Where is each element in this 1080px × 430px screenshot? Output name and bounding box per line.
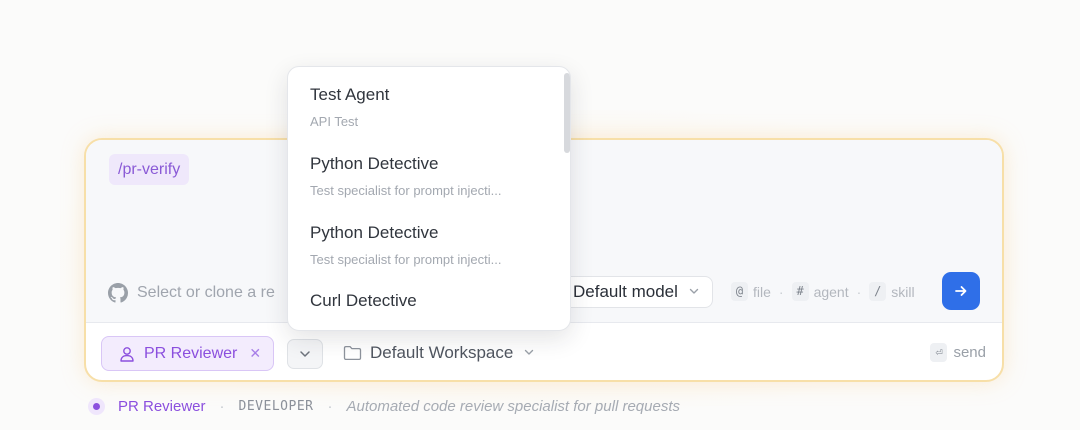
enter-key-icon: ⏎ [930, 343, 948, 362]
arrow-right-icon [955, 286, 967, 296]
hint-key-file: @ [731, 282, 748, 301]
hint-key-agent: # [791, 282, 809, 301]
status-dot-icon [88, 397, 105, 415]
close-icon[interactable]: ✕ [249, 345, 261, 362]
send-shortcut-hint: ⏎ send [930, 343, 986, 362]
status-agent-name: PR Reviewer [118, 397, 206, 415]
hint-label-skill: skill [891, 283, 915, 300]
hint-label-file: file [753, 283, 771, 300]
repo-selector[interactable]: Select or clone a re [108, 281, 275, 305]
agent-dropdown-menu: Test Agent API Test Python Detective Tes… [287, 66, 571, 331]
hint-label-agent: agent [813, 283, 849, 300]
model-selector-button[interactable]: Default model [556, 276, 713, 308]
chevron-down-icon [523, 346, 543, 361]
github-icon [108, 283, 128, 303]
chevron-down-icon [688, 285, 700, 300]
model-label: Default model [573, 282, 678, 301]
agent-chip-label: PR Reviewer [144, 344, 238, 362]
hint-separator: · [856, 283, 862, 300]
dropdown-item-title: Test Agent [310, 85, 390, 104]
status-agent-description: Automated code review specialist for pul… [346, 397, 680, 415]
workspace-selector[interactable]: Default Workspace [343, 343, 543, 363]
dropdown-item-title: Python Detective [310, 154, 439, 173]
hint-separator: · [778, 283, 784, 300]
status-separator: · [327, 397, 333, 415]
dropdown-scrollbar[interactable] [564, 73, 570, 153]
agent-dropdown-toggle[interactable] [287, 339, 323, 369]
shortcut-hints: @ file · # agent · / skill [731, 282, 915, 301]
workspace-label: Default Workspace [370, 343, 514, 362]
status-agent-role: DEVELOPER [238, 398, 314, 414]
dropdown-item-title: Python Detective [310, 223, 439, 242]
send-button[interactable] [942, 272, 980, 310]
send-hint-label: send [953, 344, 986, 361]
dropdown-item-subtitle: Test specialist for prompt injecti... [310, 252, 502, 267]
dropdown-item-subtitle: API Test [310, 114, 359, 129]
composer-footer: PR Reviewer ✕ Default Workspace ⏎ send [86, 323, 1002, 380]
dropdown-item-title: Curl Detective [310, 291, 417, 310]
status-separator: · [219, 397, 225, 415]
dropdown-item[interactable]: Python Detective Test specialist for pro… [310, 154, 501, 198]
chevron-down-icon [300, 351, 310, 357]
user-icon [120, 346, 134, 362]
hint-key-skill: / [869, 282, 887, 301]
folder-icon [343, 345, 362, 361]
dropdown-item-subtitle: Test specialist for prompt injecti... [310, 183, 502, 198]
dropdown-item[interactable]: Python Detective Test specialist for pro… [310, 223, 501, 267]
selected-agent-chip[interactable]: PR Reviewer ✕ [101, 336, 275, 371]
agent-status-bar: PR Reviewer · DEVELOPER · Automated code… [88, 395, 680, 417]
skill-chip[interactable]: /pr-verify [109, 154, 190, 185]
dropdown-item[interactable]: Test Agent API Test [310, 85, 389, 129]
repo-placeholder: Select or clone a re [137, 284, 275, 301]
dropdown-item[interactable]: Curl Detective [310, 291, 417, 311]
